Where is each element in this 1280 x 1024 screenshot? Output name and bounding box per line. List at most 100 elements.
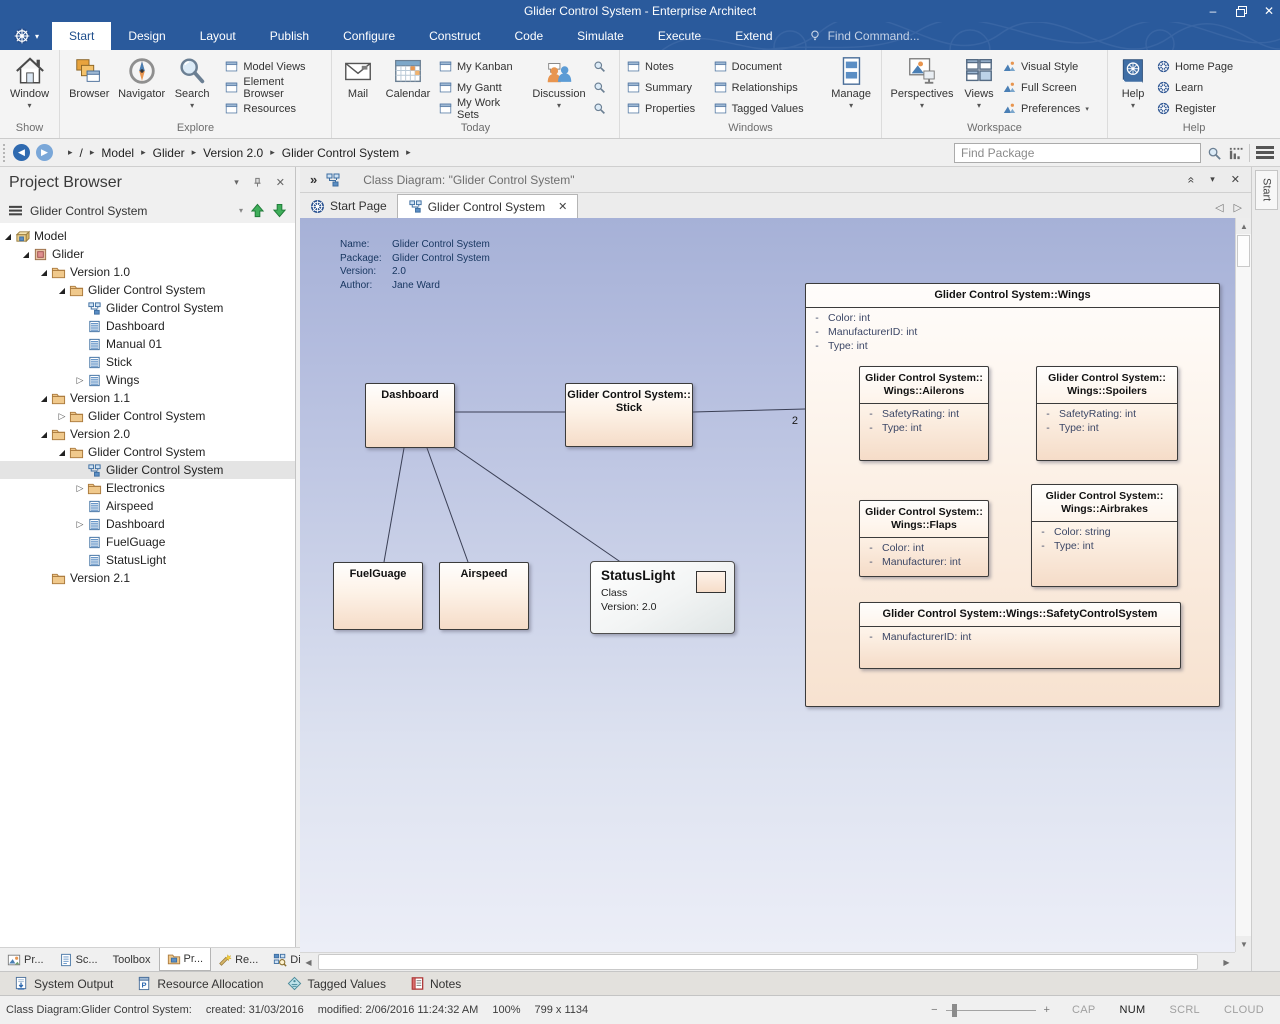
scroll-down-button[interactable]: ▼ [1236,936,1252,952]
ribbon-tab-simulate[interactable]: Simulate [560,22,641,50]
ribbon-tab-extend[interactable]: Extend [718,22,789,50]
tab-scroll-left-icon[interactable]: ◁ [1215,201,1223,214]
expand-toolbox-icon[interactable]: » [310,172,317,187]
class-box-flaps[interactable]: Glider Control System:: Wings::Flaps -Co… [859,500,989,577]
tree-expander-icon[interactable]: ◢ [56,448,68,457]
navigate-down-icon[interactable] [272,203,287,218]
ribbon-tab-code[interactable]: Code [497,22,560,50]
bottom-tab-resource-allocation[interactable]: PResource Allocation [131,972,277,995]
class-box-ailerons[interactable]: Glider Control System:: Wings::Ailerons … [859,366,989,461]
horizontal-scroll-thumb[interactable] [318,954,1198,970]
ribbon-tab-execute[interactable]: Execute [641,22,718,50]
ribbon-tab-configure[interactable]: Configure [326,22,412,50]
zoom-slider-thumb[interactable] [952,1004,957,1017]
collapse-panel-icon[interactable]: « [1184,176,1198,183]
menu-icon[interactable] [1256,146,1274,160]
bottom-tab-tagged-values[interactable]: Tagged Values [281,972,400,995]
tree-item-glider-control-system[interactable]: Glider Control System [0,299,295,317]
ribbon-tab-construct[interactable]: Construct [412,22,497,50]
tree-item-fuelguage[interactable]: FuelGuage [0,533,295,551]
ribbon-tab-layout[interactable]: Layout [183,22,253,50]
close-icon[interactable]: ✕ [1231,173,1240,186]
scroll-left-button[interactable]: ◀ [300,953,317,971]
tree-item-version-2-0[interactable]: ◢Version 2.0 [0,425,295,443]
zoom-slider-track[interactable] [946,1010,1036,1011]
zoom-slider[interactable]: − + [931,1004,1050,1016]
class-box-dashboard[interactable]: Dashboard [365,383,455,448]
find-command[interactable]: Find Command... [808,22,920,50]
tree-item-wings[interactable]: ▷Wings [0,371,295,389]
my-kanban-button[interactable]: My Kanban [436,56,528,77]
breadcrumb-item[interactable]: Version 2.0 [203,146,263,160]
left-dock-tab-3[interactable]: Toolbox [106,948,159,971]
summary-button[interactable]: Summary [624,77,704,98]
breadcrumb-item[interactable]: Glider [153,146,185,160]
tree-expander-icon[interactable]: ◢ [56,286,68,295]
scroll-up-button[interactable]: ▲ [1236,218,1252,234]
breadcrumb-item[interactable]: Model [101,146,134,160]
tree-item-dashboard[interactable]: ▷Dashboard [0,515,295,533]
tree-expander-icon[interactable]: ▷ [74,483,86,494]
tree-expander-icon[interactable]: ◢ [2,232,14,241]
class-box-statuslight[interactable]: StatusLight Class Version: 2.0 [590,561,735,634]
tree-item-dashboard[interactable]: Dashboard [0,317,295,335]
my-work-sets-button[interactable]: My Work Sets [436,98,528,119]
minimize-button[interactable]: – [1206,4,1220,18]
calendar-button[interactable]: Calendar [380,53,436,100]
notes-button[interactable]: Notes [624,56,704,77]
forward-button[interactable]: ▶ [36,144,53,161]
left-dock-tab-4[interactable]: Pr... [159,948,212,971]
tree-item-statuslight[interactable]: StatusLight [0,551,295,569]
home-page-button[interactable]: Home Page [1154,56,1250,77]
close-icon[interactable]: ✕ [276,176,285,189]
diagram-tab-glider-control-system[interactable]: Glider Control System✕ [397,194,579,218]
navigate-up-icon[interactable] [250,203,265,218]
ribbon-tab-publish[interactable]: Publish [253,22,326,50]
element-browser-button[interactable]: Element Browser [222,77,327,98]
restore-button[interactable] [1234,4,1248,18]
chevron-down-icon[interactable]: ▾ [239,206,243,215]
perspectives-button[interactable]: Perspectives ▾ [886,53,958,110]
class-box-airbrakes[interactable]: Glider Control System:: Wings::Airbrakes… [1031,484,1178,587]
navigator-button[interactable]: Navigator [114,53,168,100]
register-button[interactable]: Register [1154,98,1250,119]
bottom-tab-system-output[interactable]: System Output [8,972,127,995]
class-box-airspeed[interactable]: Airspeed [439,562,529,630]
tree-item-glider-control-system[interactable]: Glider Control System [0,461,295,479]
search-elements-button[interactable] [590,98,612,119]
horizontal-scrollbar[interactable]: ◀ ▶ [300,952,1235,971]
tree-item-glider-control-system[interactable]: ◢Glider Control System [0,443,295,461]
search-recent-button[interactable] [590,56,612,77]
full-screen-button[interactable]: Full Screen [1000,77,1100,98]
breadcrumb-item[interactable]: Glider Control System [282,146,399,160]
search-icon[interactable] [1207,146,1222,161]
class-box-safetycontrolsystem[interactable]: Glider Control System::Wings::SafetyCont… [859,602,1181,669]
tree-item-model[interactable]: ◢Model [0,227,295,245]
tree-expander-icon[interactable]: ▷ [74,519,86,530]
mail-button[interactable]: Mail [336,53,380,100]
tree-item-version-1-1[interactable]: ◢Version 1.1 [0,389,295,407]
my-gantt-button[interactable]: My Gantt [436,77,528,98]
manage-button[interactable]: Manage ▾ [825,53,877,110]
menu-icon[interactable] [8,204,23,217]
class-box-stick[interactable]: Glider Control System:: Stick [565,383,693,447]
package-list-icon[interactable] [1228,146,1243,161]
tree-expander-icon[interactable]: ◢ [38,430,50,439]
left-dock-tab-5[interactable]: Re... [211,948,266,971]
back-button[interactable]: ◀ [13,144,30,161]
preferences-button[interactable]: Preferences ▾ [1000,98,1100,119]
chevron-down-icon[interactable]: ▾ [234,177,239,188]
tree-item-airspeed[interactable]: Airspeed [0,497,295,515]
close-tab-icon[interactable]: ✕ [558,200,567,213]
tree-item-glider-control-system[interactable]: ◢Glider Control System [0,281,295,299]
tree-expander-icon[interactable]: ◢ [20,250,32,259]
window-button[interactable]: Window ▾ [10,53,49,110]
tree-item-manual-01[interactable]: Manual 01 [0,335,295,353]
tree-expander-icon[interactable]: ▷ [56,411,68,422]
tree-expander-icon[interactable]: ◢ [38,394,50,403]
diagram-canvas[interactable]: Name:Glider Control SystemPackage:Glider… [300,218,1235,952]
tree-expander-icon[interactable]: ◢ [38,268,50,277]
tree-expander-icon[interactable]: ▷ [74,375,86,386]
resources-button[interactable]: Resources [222,98,327,119]
tree-item-glider[interactable]: ◢Glider [0,245,295,263]
